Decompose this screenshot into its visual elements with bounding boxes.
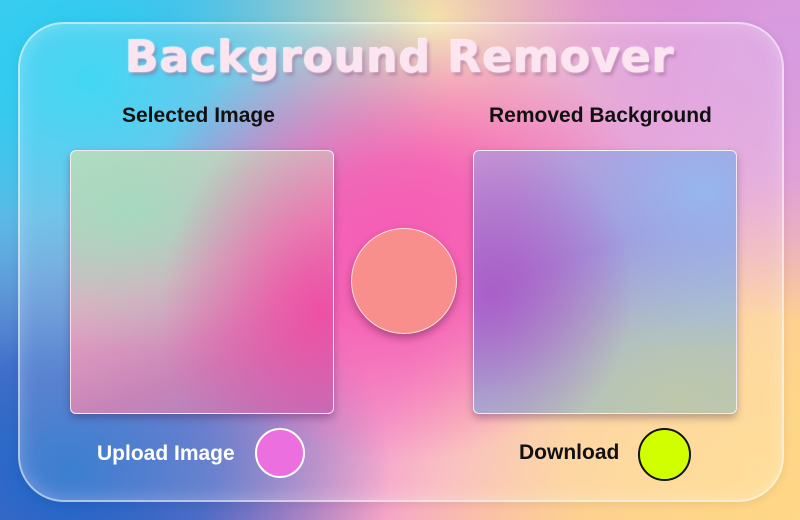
upload-image-label: Upload Image	[97, 442, 235, 465]
removed-background-label: Removed Background	[489, 104, 712, 127]
process-button[interactable]	[351, 228, 457, 334]
selected-image-label: Selected Image	[122, 104, 275, 127]
download-button[interactable]	[638, 428, 691, 481]
removed-background-preview	[473, 150, 737, 414]
app-title: Background Remover	[125, 32, 675, 83]
upload-image-button[interactable]	[255, 428, 305, 478]
download-label: Download	[519, 441, 620, 464]
selected-image-preview	[70, 150, 334, 414]
